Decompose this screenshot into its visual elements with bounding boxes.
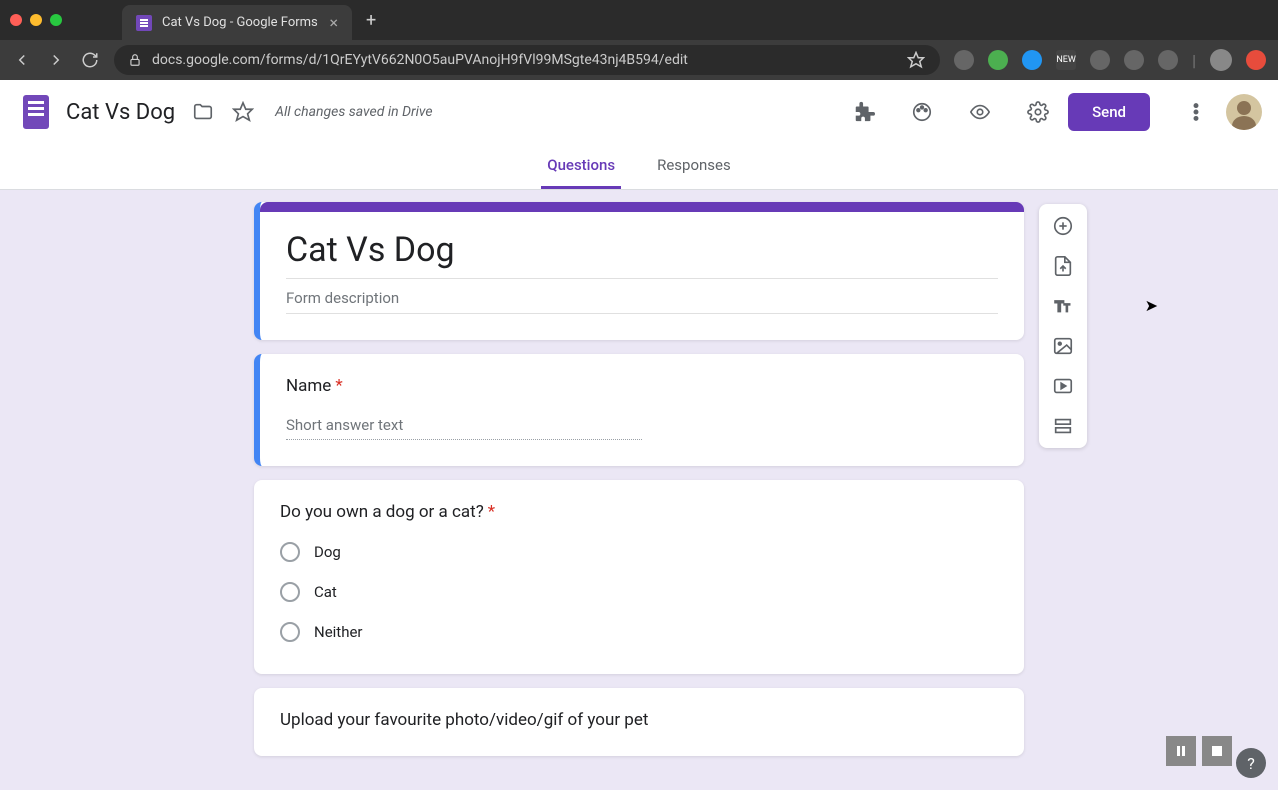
question-text: Name xyxy=(286,376,331,396)
browser-toolbar: docs.google.com/forms/d/1QrEYytV662N0O5a… xyxy=(0,40,1278,80)
add-image-icon[interactable] xyxy=(1049,332,1077,360)
nav-reload-button[interactable] xyxy=(80,50,100,70)
app-header: Cat Vs Dog All changes saved in Drive Se… xyxy=(0,80,1278,144)
move-to-folder-icon[interactable] xyxy=(191,100,215,124)
extension-icon[interactable] xyxy=(1090,50,1110,70)
browser-tab-strip: Cat Vs Dog - Google Forms × + xyxy=(0,0,1278,40)
tab-favicon-icon xyxy=(136,15,152,31)
svg-text:T: T xyxy=(1055,298,1064,316)
palette-icon[interactable] xyxy=(910,100,934,124)
window-controls xyxy=(10,14,62,26)
window-close-button[interactable] xyxy=(10,14,22,26)
question-card[interactable]: Name* Short answer text xyxy=(254,354,1024,466)
radio-option[interactable]: Cat xyxy=(280,582,998,602)
extension-icon[interactable] xyxy=(1246,50,1266,70)
radio-label: Dog xyxy=(314,543,341,561)
settings-icon[interactable] xyxy=(1026,100,1050,124)
profile-avatar-icon[interactable] xyxy=(1210,49,1232,71)
add-title-icon[interactable]: TT xyxy=(1049,292,1077,320)
extension-icons: NEW | xyxy=(954,49,1266,71)
tab-close-icon[interactable]: × xyxy=(329,13,338,32)
extension-icon[interactable] xyxy=(1124,50,1144,70)
question-card[interactable]: Do you own a dog or a cat?* Dog Cat Neit… xyxy=(254,480,1024,674)
help-button[interactable]: ? xyxy=(1236,748,1266,778)
window-minimize-button[interactable] xyxy=(30,14,42,26)
more-menu-icon[interactable] xyxy=(1184,100,1208,124)
account-avatar[interactable] xyxy=(1226,94,1262,130)
radio-label: Cat xyxy=(314,583,337,601)
preview-icon[interactable] xyxy=(968,100,992,124)
form-title-card[interactable]: Cat Vs Dog Form description xyxy=(254,202,1024,340)
add-question-icon[interactable] xyxy=(1049,212,1077,240)
extension-icon[interactable] xyxy=(1158,50,1178,70)
question-label[interactable]: Do you own a dog or a cat?* xyxy=(280,502,998,522)
add-video-icon[interactable] xyxy=(1049,372,1077,400)
addons-icon[interactable] xyxy=(852,100,876,124)
form-tabs: Questions Responses xyxy=(0,144,1278,190)
tab-questions[interactable]: Questions xyxy=(541,144,621,189)
question-label[interactable]: Upload your favourite photo/video/gif of… xyxy=(280,710,998,730)
required-star-icon: * xyxy=(335,376,342,396)
add-section-icon[interactable] xyxy=(1049,412,1077,440)
radio-option[interactable]: Neither xyxy=(280,622,998,642)
extension-icon[interactable] xyxy=(954,50,974,70)
stop-recording-button[interactable] xyxy=(1202,736,1232,766)
radio-icon xyxy=(280,622,300,642)
question-text: Upload your favourite photo/video/gif of… xyxy=(280,710,648,730)
tab-title: Cat Vs Dog - Google Forms xyxy=(162,15,318,30)
svg-text:T: T xyxy=(1064,304,1070,315)
radio-icon xyxy=(280,542,300,562)
bookmark-star-icon[interactable] xyxy=(906,50,926,70)
question-text: Do you own a dog or a cat? xyxy=(280,502,484,522)
nav-back-button[interactable] xyxy=(12,50,32,70)
url-bar[interactable]: docs.google.com/forms/d/1QrEYytV662N0O5a… xyxy=(114,45,940,75)
radio-option[interactable]: Dog xyxy=(280,542,998,562)
recording-controls xyxy=(1166,736,1232,766)
form-description-input[interactable]: Form description xyxy=(286,289,998,314)
question-card[interactable]: Upload your favourite photo/video/gif of… xyxy=(254,688,1024,756)
save-status: All changes saved in Drive xyxy=(275,104,432,120)
question-toolbar: TT xyxy=(1039,204,1087,448)
form-title-input[interactable]: Cat Vs Dog xyxy=(286,230,998,279)
form-name[interactable]: Cat Vs Dog xyxy=(66,100,175,125)
forms-logo-icon[interactable] xyxy=(16,92,56,132)
form-canvas: Cat Vs Dog Form description Name* Short … xyxy=(0,190,1278,790)
import-questions-icon[interactable] xyxy=(1049,252,1077,280)
new-tab-button[interactable]: + xyxy=(366,10,376,31)
lock-icon xyxy=(128,53,142,67)
star-icon[interactable] xyxy=(231,100,255,124)
url-text: docs.google.com/forms/d/1QrEYytV662N0O5a… xyxy=(152,52,688,68)
nav-forward-button[interactable] xyxy=(46,50,66,70)
window-maximize-button[interactable] xyxy=(50,14,62,26)
pause-recording-button[interactable] xyxy=(1166,736,1196,766)
tab-responses[interactable]: Responses xyxy=(651,144,737,189)
short-answer-placeholder: Short answer text xyxy=(286,416,642,440)
extension-icon[interactable]: NEW xyxy=(1056,50,1076,70)
extension-icon[interactable] xyxy=(1022,50,1042,70)
radio-label: Neither xyxy=(314,623,363,641)
question-label[interactable]: Name* xyxy=(286,376,998,396)
required-star-icon: * xyxy=(488,502,495,522)
radio-icon xyxy=(280,582,300,602)
extension-icon[interactable] xyxy=(988,50,1008,70)
browser-tab[interactable]: Cat Vs Dog - Google Forms × xyxy=(122,5,352,40)
mouse-cursor-icon: ➤ xyxy=(1145,296,1158,315)
send-button[interactable]: Send xyxy=(1068,93,1150,131)
